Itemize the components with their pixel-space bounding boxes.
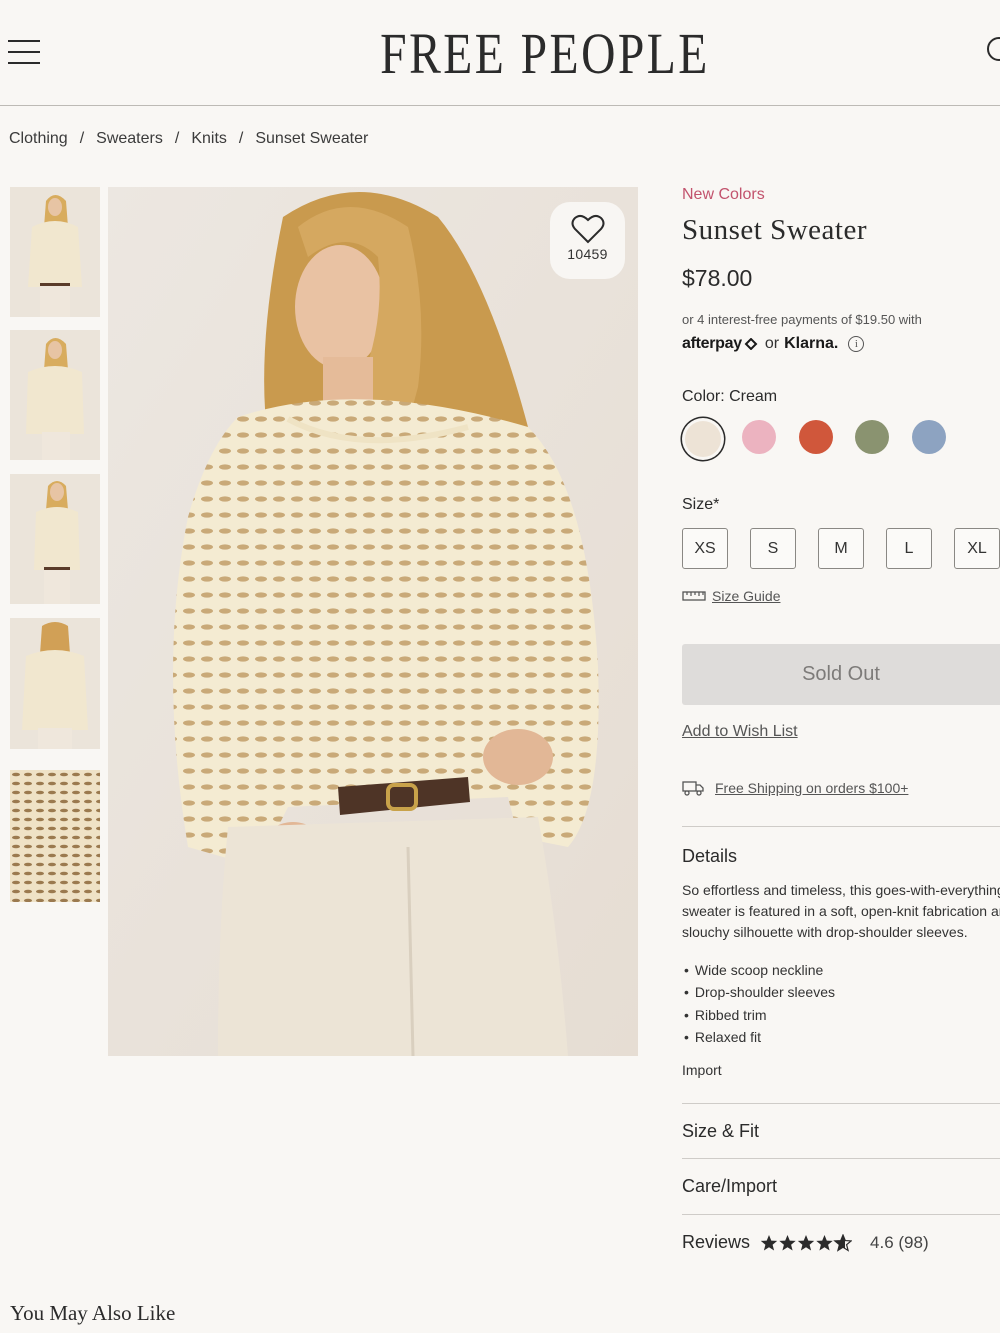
thumbnail-2[interactable]: [10, 330, 100, 460]
divider: [682, 1214, 1000, 1215]
swatch-green[interactable]: [855, 420, 889, 454]
feature-item: Drop-shoulder sleeves: [684, 981, 835, 1003]
divider: [682, 826, 1000, 827]
details-heading[interactable]: Details: [682, 846, 737, 867]
hamburger-menu-icon[interactable]: [8, 40, 40, 66]
size-label: Size*: [682, 496, 720, 513]
reviews-label: Reviews: [682, 1232, 751, 1252]
thumbnail-3[interactable]: [10, 474, 100, 604]
description-line: sweater is featured in a soft, open-knit…: [682, 903, 1000, 919]
afterpay-logo[interactable]: afterpay: [682, 335, 742, 353]
import-text: Import: [682, 1062, 722, 1078]
model-photo: [108, 187, 638, 1056]
payment-options: afterpay or Klarna. i: [682, 333, 865, 355]
truck-icon: [682, 781, 704, 796]
star-rating: [760, 1233, 852, 1252]
installments-text: or 4 interest-free payments of $19.50 wi…: [682, 312, 922, 327]
size-guide-label: Size Guide: [712, 588, 781, 604]
you-may-also-like-heading: You May Also Like: [10, 1301, 176, 1325]
free-shipping-label: Free Shipping on orders $100+: [715, 780, 909, 796]
product-title: Sunset Sweater: [682, 214, 867, 246]
breadcrumb-current[interactable]: Sunset Sweater: [255, 130, 368, 147]
free-shipping-link[interactable]: Free Shipping on orders $100+: [682, 780, 908, 796]
breadcrumb-sweaters[interactable]: Sweaters: [96, 130, 163, 147]
size-xs-button[interactable]: XS: [682, 528, 728, 569]
size-fit-accordion[interactable]: Size & Fit: [682, 1121, 759, 1142]
info-icon[interactable]: i: [848, 336, 865, 352]
swatch-pink[interactable]: [742, 420, 776, 454]
feature-item: Wide scoop neckline: [684, 959, 835, 981]
klarna-logo[interactable]: Klarna.: [784, 335, 838, 353]
thumbnail-5[interactable]: [10, 770, 100, 902]
product-main-image[interactable]: 10459: [108, 187, 638, 1056]
breadcrumb: Clothing / Sweaters / Knits / Sunset Sweater: [9, 130, 368, 148]
size-xl-button[interactable]: XL: [954, 528, 1000, 569]
payment-or-text: or: [764, 335, 780, 352]
description-line: So effortless and timeless, this goes-wi…: [682, 882, 1000, 898]
swatch-red[interactable]: [799, 420, 833, 454]
breadcrumb-clothing[interactable]: Clothing: [9, 130, 68, 147]
add-to-wishlist-link[interactable]: Add to Wish List: [682, 723, 798, 741]
size-guide-link[interactable]: Size Guide: [682, 588, 780, 604]
feature-item: Relaxed fit: [684, 1026, 835, 1048]
favorite-count: 10459: [567, 246, 608, 262]
breadcrumb-separator: /: [174, 130, 180, 147]
favorite-button[interactable]: 10459: [550, 202, 625, 279]
site-header: FREE PEOPLE: [0, 0, 1000, 106]
thumbnail-1[interactable]: [10, 187, 100, 317]
heart-icon: [571, 214, 604, 244]
size-l-button[interactable]: L: [886, 528, 932, 569]
divider: [682, 1103, 1000, 1104]
swatch-blue[interactable]: [912, 420, 946, 454]
divider: [682, 1158, 1000, 1159]
rating-score: 4.6 (98): [870, 1232, 929, 1252]
feature-list: Wide scoop neckline Drop-shoulder sleeve…: [684, 959, 835, 1049]
size-m-button[interactable]: M: [818, 528, 864, 569]
breadcrumb-separator: /: [238, 130, 244, 147]
product-description: So effortless and timeless, this goes-wi…: [682, 880, 1000, 943]
afterpay-arrows-icon: [744, 338, 758, 350]
ruler-icon: [682, 591, 706, 601]
color-label: Color: Cream: [682, 388, 778, 405]
site-logo[interactable]: FREE PEOPLE: [377, 20, 713, 87]
new-colors-badge: New Colors: [682, 186, 765, 203]
product-price: $78.00: [682, 265, 753, 291]
thumbnail-4[interactable]: [10, 618, 100, 749]
star-icons: [760, 1233, 852, 1251]
sold-out-button[interactable]: Sold Out: [682, 644, 1000, 705]
care-import-accordion[interactable]: Care/Import: [682, 1176, 777, 1197]
breadcrumb-knits[interactable]: Knits: [191, 130, 227, 147]
description-line: slouchy silhouette with drop-shoulder sl…: [682, 924, 968, 940]
search-icon[interactable]: [984, 34, 1000, 64]
breadcrumb-separator: /: [79, 130, 85, 147]
reviews-accordion[interactable]: Reviews 4.6 (98): [682, 1232, 929, 1253]
feature-item: Ribbed trim: [684, 1004, 835, 1026]
swatch-cream[interactable]: [685, 421, 721, 457]
size-s-button[interactable]: S: [750, 528, 796, 569]
